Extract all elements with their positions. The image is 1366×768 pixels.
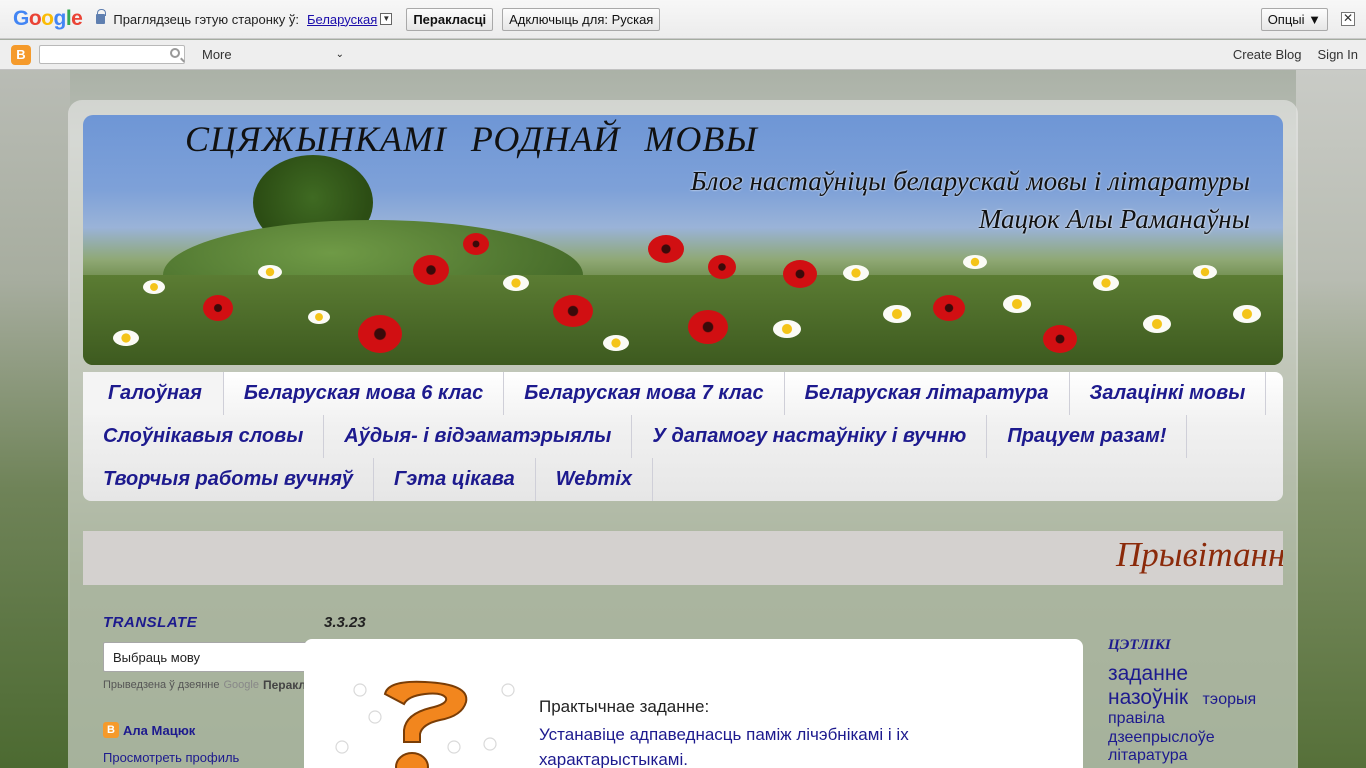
post-label: Практычнае заданне: [539, 697, 710, 716]
tab-belarusian-6[interactable]: Беларуская мова 6 клас [224, 372, 505, 415]
sign-in-link[interactable]: Sign In [1318, 47, 1358, 62]
close-icon[interactable]: ✕ [1341, 12, 1355, 26]
blog-subtitle-line1: Блог настаўніцы беларускай мовы і літара… [690, 166, 1250, 196]
post-date: 3.3.23 [324, 614, 366, 631]
translate-button[interactable]: Перакласці [406, 7, 494, 31]
profile-name[interactable]: Ала Мацюк [123, 723, 195, 738]
tab-interesting[interactable]: Гэта цікава [374, 458, 536, 501]
label-cloud: заданне назоўнік тэорыя правіла дзеепрыс… [1108, 662, 1283, 765]
marquee-text: Прывітанн [1116, 535, 1283, 574]
search-input[interactable] [39, 45, 185, 64]
tab-literature[interactable]: Беларуская літаратура [785, 372, 1070, 415]
background-right [1296, 70, 1366, 768]
tab-row-3: Творчыя работы вучняў Гэта цікава Webmix [83, 458, 1283, 501]
label-link[interactable]: дзеепрыслоўе [1108, 729, 1215, 746]
post-body[interactable]: Устанавіце адпаведнасць паміж лічэбнікам… [539, 722, 1039, 768]
turn-off-button[interactable]: Адключыць для: Руская [502, 7, 661, 31]
tab-row-1: Галоўная Беларуская мова 6 клас Беларуск… [83, 372, 1283, 415]
question-mark-image [335, 680, 515, 768]
tab-home[interactable]: Галоўная [83, 372, 224, 415]
tab-webmix[interactable]: Webmix [536, 458, 654, 501]
blogger-icon[interactable]: B [11, 44, 31, 65]
create-blog-link[interactable]: Create Blog [1233, 47, 1302, 62]
blog-subtitle-line2: Мацюк Алы Раманаўны [978, 204, 1250, 234]
tab-audio-video[interactable]: Аўдыя- і відэаматэрыялы [324, 415, 633, 458]
tab-work-together[interactable]: Працуем разам! [987, 415, 1188, 458]
label-link[interactable]: правіла [1108, 710, 1165, 727]
search-icon[interactable] [170, 48, 180, 58]
google-logo: Google [13, 7, 83, 30]
tab-vocabulary[interactable]: Слоўнікавыя словы [83, 415, 325, 458]
welcome-marquee: Прывітанн [83, 531, 1283, 585]
tab-belarusian-7[interactable]: Беларуская мова 7 клас [504, 372, 785, 415]
lock-icon [96, 9, 107, 24]
label-link[interactable]: тэорыя [1203, 691, 1257, 708]
background-left [0, 70, 70, 768]
tab-golden-words[interactable]: Залацінкі мовы [1070, 372, 1267, 415]
blogger-profile-icon: B [103, 722, 119, 738]
google-translate-bar: Google Праглядзець гэтую старонку ў: Бел… [0, 0, 1366, 39]
page-tabs: Галоўная Беларуская мова 6 клас Беларуск… [83, 372, 1283, 501]
chevron-down-icon: ⌄ [335, 49, 344, 60]
language-select-value: Выбраць мову [113, 649, 201, 665]
tab-student-works[interactable]: Творчыя работы вучняў [83, 458, 374, 501]
google-small-logo[interactable]: Google [223, 679, 258, 691]
translate-widget-title: Translate [103, 614, 198, 631]
more-label: More [202, 47, 232, 62]
view-profile-link[interactable]: Просмотреть профиль [103, 750, 239, 765]
labels-title: ЦЭТЛІКІ [1108, 637, 1171, 653]
more-dropdown[interactable]: More ⌄ [202, 47, 344, 62]
label-link[interactable]: заданне [1108, 662, 1188, 685]
language-link[interactable]: Беларуская [307, 12, 377, 27]
blog-title[interactable]: СЦЯЖЫНКАМІ РОДНАЙ МОВЫ [185, 118, 758, 160]
tab-row-2: Слоўнікавыя словы Аўдыя- і відэаматэрыял… [83, 415, 1283, 458]
options-button[interactable]: Опцыі ▼ [1260, 8, 1328, 31]
language-dropdown-icon[interactable]: ▼ [380, 13, 393, 25]
label-link[interactable]: назоўнік [1108, 686, 1188, 709]
tab-teacher-help[interactable]: У дапамогу настаўніку і вучню [632, 415, 988, 458]
label-link[interactable]: літаратура [1108, 747, 1188, 764]
translate-prompt: Праглядзець гэтую старонку ў: [113, 11, 299, 27]
powered-prefix: Прыведзена ў дзеянне [103, 679, 220, 691]
blogger-navbar: B More ⌄ Create Blog Sign In [0, 40, 1366, 70]
